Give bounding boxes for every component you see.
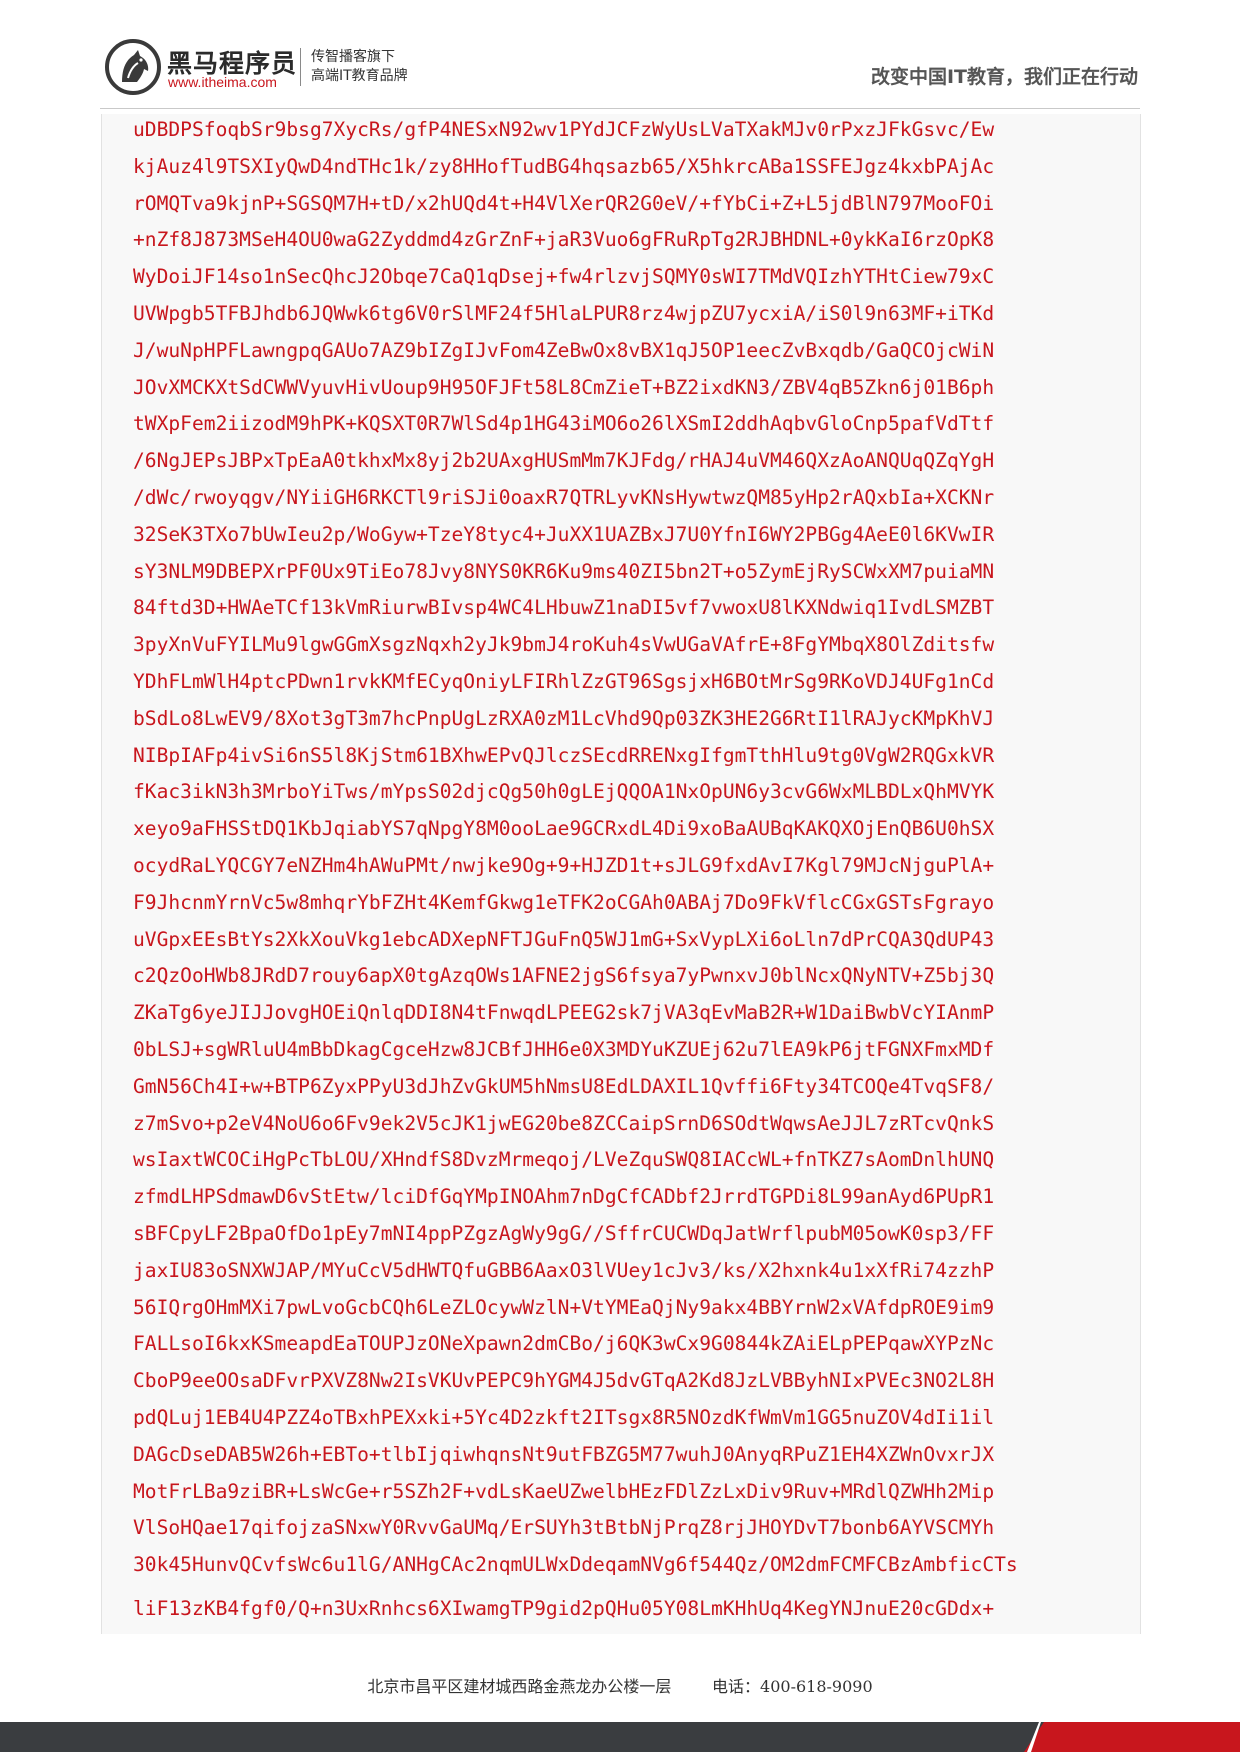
footer-address: 北京市昌平区建材城西路金燕龙办公楼一层 (367, 1677, 672, 1696)
code-line: liF13zKB4fgf0/Q+n3UxRnhcs6XIwamgTP9gid2p… (133, 1597, 995, 1620)
code-line: tWXpFem2iizodM9hPK+KQSXT0R7WlSd4p1HG43iM… (133, 412, 995, 435)
code-line: pdQLuj1EB4U4PZZ4oTBxhPEXxki+5Yc4D2zkft2I… (133, 1406, 995, 1429)
page-header: 黑马程序员 www.itheima.com 传智播客旗下 高端IT教育品牌 改变… (0, 0, 1240, 110)
horse-logo-icon (105, 39, 161, 95)
brand-divider (300, 48, 301, 86)
code-line: /dWc/rwoyqgv/NYiiGH6RKCTl9riSJi0oaxR7QTR… (133, 486, 995, 509)
code-line: fKac3ikN3h3MrboYiTws/mYpsS02djcQg50h0gLE… (133, 780, 995, 803)
code-line: F9JhcnmYrnVc5w8mhqrYbFZHt4KemfGkwg1eTFK2… (133, 891, 995, 914)
code-line: wsIaxtWCOCiHgPcTbLOU/XHndfS8DvzMrmeqoj/L… (133, 1148, 995, 1171)
code-line: /6NgJEPsJBPxTpEaA0tkhxMx8yj2b2UAxgHUSmMm… (133, 449, 995, 472)
code-line: 0bLSJ+sgWRluU4mBbDkagCgceHzw8JCBfJHH6e0X… (133, 1038, 995, 1061)
code-line: sBFCpyLF2BpaOfDo1pEy7mNI4ppPZgzAgWy9gG//… (133, 1222, 995, 1245)
code-line: 30k45HunvQCvfsWc6u1lG/ANHgCAc2nqmULWxDde… (133, 1553, 1018, 1576)
code-line: GmN56Ch4I+w+BTP6ZyxPPyU3dJhZvGkUM5hNmsU8… (133, 1075, 995, 1098)
footer-contact: 北京市昌平区建材城西路金燕龙办公楼一层 电话：400-618-9090 (0, 1673, 1240, 1697)
code-line: uVGpxEEsBtYs2XkXouVkg1ebcADXepNFTJGuFnQ5… (133, 928, 995, 951)
code-line: +nZf8J873MSeH4OU0waG2Zyddmd4zGrZnF+jaR3V… (133, 228, 995, 251)
code-line: rOMQTva9kjnP+SGSQM7H+tD/x2hUQd4t+H4VlXer… (133, 192, 995, 215)
code-line: CboP9eeOOsaDFvrPXVZ8Nw2IsVKUvPEPC9hYGM4J… (133, 1369, 995, 1392)
code-line: YDhFLmWlH4ptcPDwn1rvkKMfECyqOniyLFIRhlZz… (133, 670, 995, 693)
code-line: zfmdLHPSdmawD6vStEtw/lciDfGqYMpINOAhm7nD… (133, 1185, 995, 1208)
footer-red-accent (1024, 1722, 1240, 1752)
header-divider (100, 108, 1140, 109)
code-line: kjAuz4l9TSXIyQwD4ndTHc1k/zy8HHofTudBG4hq… (133, 155, 995, 178)
code-line: NIBpIAFp4ivSi6nS5l8KjStm61BXhwEPvQJlczSE… (133, 744, 995, 767)
code-line: xeyo9aFHSStDQ1KbJqiabYS7qNpgY8M0ooLae9GC… (133, 817, 995, 840)
slogan-line-1: 传智播客旗下 (311, 49, 395, 65)
code-line: 56IQrgOHmMXi7pwLvoGcbCQh6LeZLOcywWzlN+Vt… (133, 1296, 995, 1319)
code-line: MotFrLBa9ziBR+LsWcGe+r5SZh2F+vdLsKaeUZwe… (133, 1480, 995, 1503)
footer-phone: 电话：400-618-9090 (712, 1677, 873, 1696)
code-line: 84ftd3D+HWAeTCf13kVmRiurwBIvsp4WC4LHbuwZ… (133, 596, 995, 619)
code-block: uDBDPSfoqbSr9bsg7XycRs/gfP4NESxN92wv1PYd… (101, 114, 1141, 1634)
code-line: VlSoHQae17qifojzaSNxwY0RvvGaUMq/ErSUYh3t… (133, 1516, 995, 1539)
slogan-line-2: 高端IT教育品牌 (311, 68, 408, 84)
code-line: JOvXMCKXtSdCWWVyuvHivUoup9H95OFJFt58L8Cm… (133, 376, 995, 399)
brand-slogan: 传智播客旗下 高端IT教育品牌 (311, 48, 408, 86)
code-line: DAGcDseDAB5W26h+EBTo+tlbIjqiwhqnsNt9utFB… (133, 1443, 995, 1466)
code-line: WyDoiJF14so1nSecQhcJ2Obqe7CaQ1qDsej+fw4r… (133, 265, 995, 288)
code-line: jaxIU83oSNXWJAP/MYuCcV5dHWTQfuGBB6AaxO3l… (133, 1259, 995, 1282)
header-motto: 改变中国IT教育，我们正在行动 (870, 66, 1138, 88)
code-line: FALLsoI6kxKSmeapdEaTOUPJzONeXpawn2dmCBo/… (133, 1332, 995, 1355)
code-line: 3pyXnVuFYILMu9lgwGGmXsgzNqxh2yJk9bmJ4roK… (133, 633, 995, 656)
code-line: UVWpgb5TFBJhdb6JQWwk6tg6V0rSlMF24f5HlaLP… (133, 302, 995, 325)
code-line: bSdLo8LwEV9/8Xot3gT3m7hcPnpUgLzRXA0zM1Lc… (133, 707, 995, 730)
code-line: ocydRaLYQCGY7eNZHm4hAWuPMt/nwjke9Og+9+HJ… (133, 854, 995, 877)
code-line: z7mSvo+p2eV4NoU6o6Fv9ek2V5cJK1jwEG20be8Z… (133, 1112, 995, 1135)
code-line: sY3NLM9DBEPXrPF0Ux9TiEo78Jvy8NYS0KR6Ku9m… (133, 560, 995, 583)
code-line: uDBDPSfoqbSr9bsg7XycRs/gfP4NESxN92wv1PYd… (133, 118, 995, 141)
code-line: J/wuNpHPFLawngpqGAUo7AZ9bIZgIJvFom4ZeBwO… (133, 339, 995, 362)
code-line: ZKaTg6yeJIJJovgHOEiQnlqDDI8N4tFnwqdLPEEG… (133, 1001, 995, 1024)
brand-url[interactable]: www.itheima.com (168, 74, 277, 90)
code-line: c2QzOoHWb8JRdD7rouy6apX0tgAzqOWs1AFNE2jg… (133, 964, 995, 987)
code-line: 32SeK3TXo7bUwIeu2p/WoGyw+TzeY8tyc4+JuXX1… (133, 523, 995, 546)
